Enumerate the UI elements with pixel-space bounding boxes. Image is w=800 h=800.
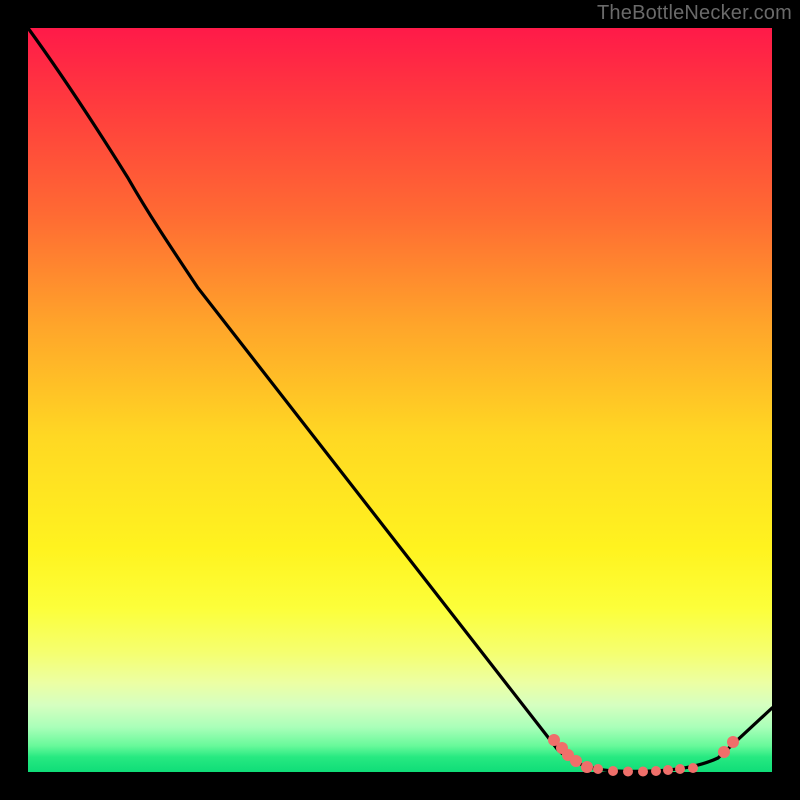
plot-area (28, 28, 772, 772)
valley-dots (548, 734, 739, 777)
curve-path (28, 28, 772, 771)
watermark-text: TheBottleNecker.com (597, 2, 792, 25)
bottleneck-curve (28, 28, 772, 772)
chart-frame: TheBottleNecker.com (0, 0, 800, 800)
